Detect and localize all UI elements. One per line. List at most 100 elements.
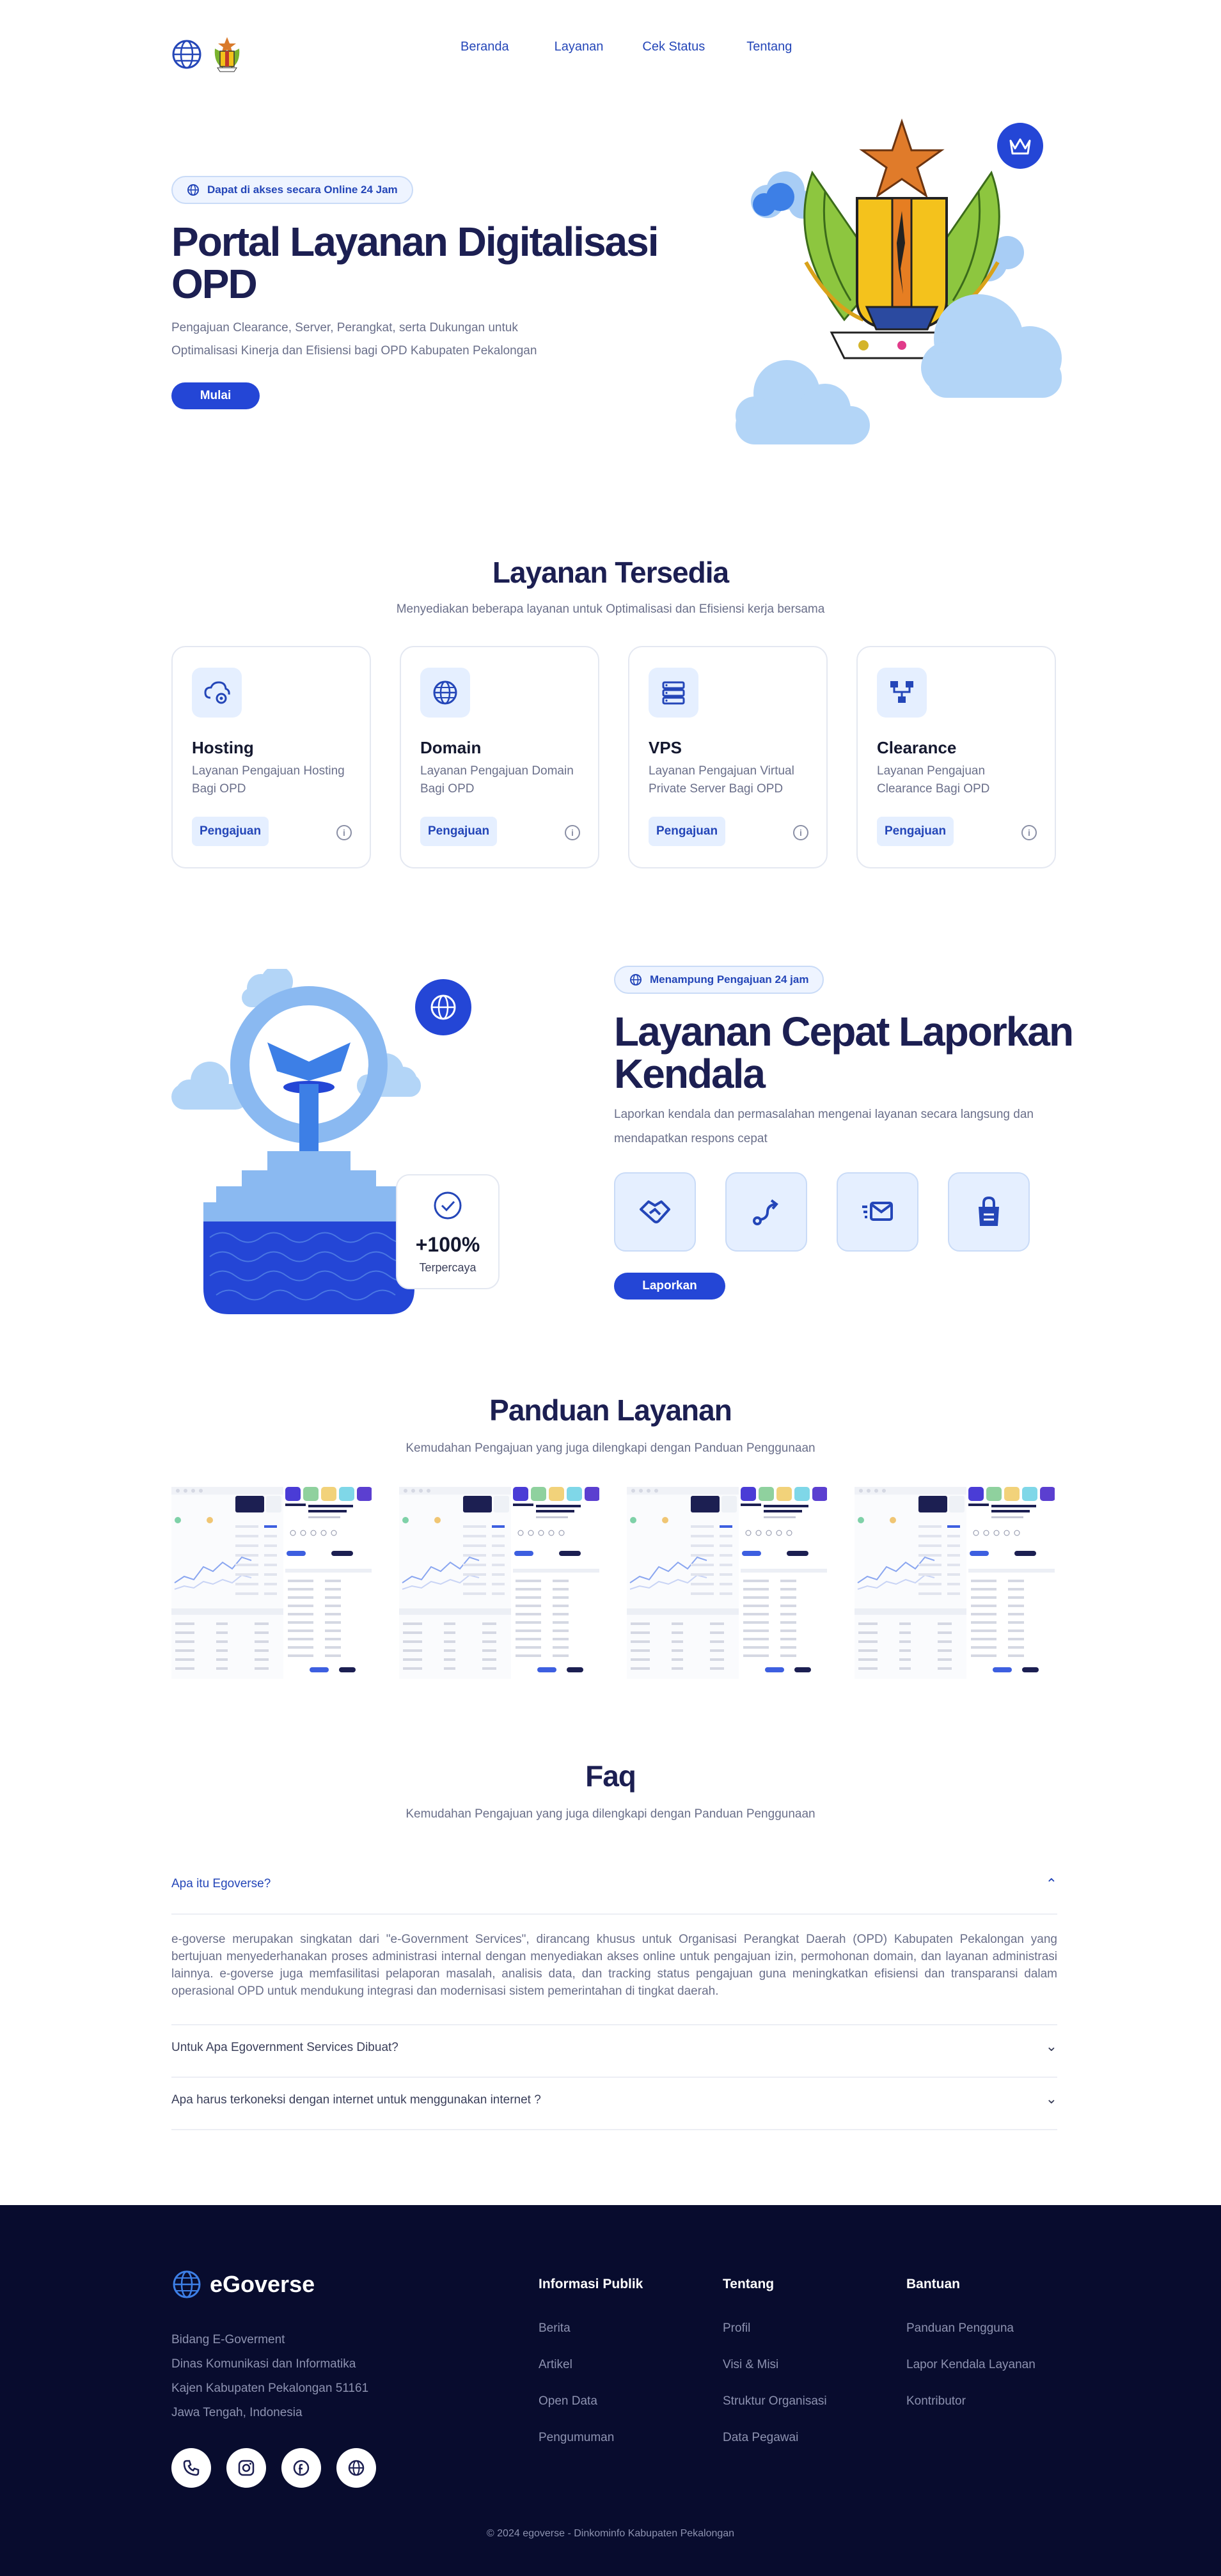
fast-service-illustration: +100% Terpercaya <box>171 966 517 1314</box>
footer-link[interactable]: Data Pegawai <box>723 2431 827 2445</box>
info-icon[interactable]: i <box>565 825 580 840</box>
faq-subtitle: Kemudahan Pengajuan yang juga dilengkapi… <box>406 1807 815 1821</box>
fast-badge: Menampung Pengajuan 24 jam <box>614 966 824 994</box>
info-icon[interactable]: i <box>336 825 352 840</box>
footer-link[interactable]: Lapor Kendala Layanan <box>906 2358 1036 2372</box>
pengajuan-button[interactable]: Pengajuan <box>192 817 269 846</box>
info-icon[interactable]: i <box>793 825 808 840</box>
route-icon[interactable] <box>725 1172 807 1252</box>
globe-icon <box>630 974 642 986</box>
guide-subtitle: Kemudahan Pengajuan yang juga dilengkapi… <box>406 1441 815 1455</box>
globe-logo-icon <box>173 2270 201 2298</box>
divider <box>171 1913 1057 1915</box>
address-line: Dinas Komunikasi dan Informatika <box>171 2357 356 2371</box>
shopping-bag-icon[interactable] <box>948 1172 1030 1252</box>
service-card-desc: Layanan Pengajuan Hosting Bagi OPD <box>192 764 345 796</box>
service-card-desc: Layanan Pengajuan Virtual Private Server… <box>649 764 794 796</box>
footer-brand-name: eGoverse <box>210 2271 315 2297</box>
hero-badge: Dapat di akses secara Online 24 Jam <box>171 176 413 204</box>
fast-mail-icon[interactable] <box>837 1172 918 1252</box>
footer-col-title: Informasi Publik <box>539 2277 643 2291</box>
chevron-down-icon[interactable]: ⌄ <box>1046 2038 1057 2055</box>
pengajuan-button[interactable]: Pengajuan <box>877 817 954 846</box>
address-line: Jawa Tengah, Indonesia <box>171 2406 303 2419</box>
instagram-icon[interactable] <box>226 2448 266 2488</box>
guide-screenshot[interactable] <box>399 1487 599 1679</box>
facebook-icon[interactable] <box>281 2448 321 2488</box>
nav-tentang[interactable]: Tentang <box>746 40 792 54</box>
footer-col-tentang: Tentang Profil Visi & Misi Struktur Orga… <box>723 2269 827 2467</box>
copyright: © 2024 egoverse - Dinkominfo Kabupaten P… <box>486 2528 735 2539</box>
footer-col-title: Tentang <box>723 2277 775 2291</box>
globe-logo-icon[interactable] <box>171 39 202 70</box>
divider <box>171 2077 1057 2078</box>
faq-question[interactable]: Untuk Apa Egovernment Services Dibuat? <box>171 2041 398 2055</box>
footer-link[interactable]: Panduan Pengguna <box>906 2321 1036 2336</box>
server-icon <box>649 668 698 718</box>
footer-link[interactable]: Pengumuman <box>539 2431 643 2445</box>
service-card-title: Domain <box>420 738 482 757</box>
fast-badge-text: Menampung Pengajuan 24 jam <box>650 973 809 986</box>
services-title: Layanan Tersedia <box>492 556 729 589</box>
divider <box>171 2129 1057 2130</box>
faq-title: Faq <box>585 1759 636 1793</box>
fast-subtitle: Laporkan kendala dan permasalahan mengen… <box>614 1108 1034 1145</box>
hero-title: Portal Layanan Digitalisasi OPD <box>171 219 659 307</box>
guide-title: Panduan Layanan <box>489 1394 732 1427</box>
service-card-domain[interactable]: Domain Layanan Pengajuan Domain Bagi OPD… <box>400 646 599 868</box>
globe-icon[interactable] <box>336 2448 376 2488</box>
stat-value: +100% <box>415 1233 480 1256</box>
report-button[interactable]: Laporkan <box>614 1273 725 1300</box>
phone-icon[interactable] <box>171 2448 211 2488</box>
divider <box>171 2024 1057 2025</box>
globe-icon <box>420 668 470 718</box>
services-subtitle: Menyediakan beberapa layanan untuk Optim… <box>396 602 825 616</box>
handshake-icon[interactable] <box>614 1172 696 1252</box>
guide-screenshot[interactable] <box>627 1487 827 1679</box>
footer-link[interactable]: Artikel <box>539 2358 643 2372</box>
nav-layanan[interactable]: Layanan <box>555 40 604 54</box>
service-card-vps[interactable]: VPS Layanan Pengajuan Virtual Private Se… <box>628 646 828 868</box>
footer-brand[interactable]: eGoverse <box>171 2269 315 2300</box>
pekalongan-emblem-icon[interactable] <box>211 36 243 73</box>
fast-feature-icons <box>614 1172 1030 1252</box>
address-line: Bidang E-Goverment <box>171 2333 285 2346</box>
pengajuan-button[interactable]: Pengajuan <box>649 817 726 846</box>
faq-question[interactable]: Apa harus terkoneksi dengan internet unt… <box>171 2093 541 2107</box>
chevron-down-icon[interactable]: ⌄ <box>1046 2091 1057 2107</box>
guide-screenshot[interactable] <box>171 1487 372 1679</box>
footer-link[interactable]: Berita <box>539 2321 643 2336</box>
footer-address: Bidang E-Goverment Dinas Komunikasi dan … <box>171 2328 368 2425</box>
social-links <box>171 2448 376 2488</box>
network-icon <box>877 668 927 718</box>
footer-link[interactable]: Struktur Organisasi <box>723 2394 827 2408</box>
nav-beranda[interactable]: Beranda <box>461 40 509 54</box>
faq-answer: e-goverse merupakan singkatan dari "e-Go… <box>171 1933 1057 1998</box>
footer-link[interactable]: Open Data <box>539 2394 643 2408</box>
service-card-title: Hosting <box>192 738 254 757</box>
header: Beranda Layanan Cek Status Tentang <box>0 0 1221 102</box>
cloud-gear-icon <box>192 668 242 718</box>
start-button[interactable]: Mulai <box>171 382 260 409</box>
hero-badge-text: Dapat di akses secara Online 24 Jam <box>207 184 398 196</box>
footer-link[interactable]: Profil <box>723 2321 827 2336</box>
service-card-hosting[interactable]: Hosting Layanan Pengajuan Hosting Bagi O… <box>171 646 371 868</box>
footer-col-title: Bantuan <box>906 2277 960 2291</box>
main-nav: Beranda Layanan Cek Status Tentang <box>461 40 838 54</box>
nav-cek-status[interactable]: Cek Status <box>642 40 705 54</box>
faq-question[interactable]: Apa itu Egoverse? <box>171 1877 271 1891</box>
footer-col-bantuan: Bantuan Panduan Pengguna Lapor Kendala L… <box>906 2269 1036 2431</box>
header-logos <box>171 36 243 73</box>
info-icon[interactable]: i <box>1021 825 1037 840</box>
footer-link[interactable]: Kontributor <box>906 2394 1036 2408</box>
service-card-desc: Layanan Pengajuan Clearance Bagi OPD <box>877 764 990 796</box>
pengajuan-button[interactable]: Pengajuan <box>420 817 498 846</box>
service-card-clearance[interactable]: Clearance Layanan Pengajuan Clearance Ba… <box>856 646 1056 868</box>
guide-screenshot[interactable] <box>855 1487 1055 1679</box>
stat-label: Terpercaya <box>419 1261 477 1274</box>
footer-link[interactable]: Visi & Misi <box>723 2358 827 2372</box>
service-card-desc: Layanan Pengajuan Domain Bagi OPD <box>420 764 574 796</box>
service-card-title: VPS <box>649 738 682 757</box>
chevron-up-icon[interactable]: ⌃ <box>1046 1876 1057 1892</box>
service-card-title: Clearance <box>877 738 957 757</box>
